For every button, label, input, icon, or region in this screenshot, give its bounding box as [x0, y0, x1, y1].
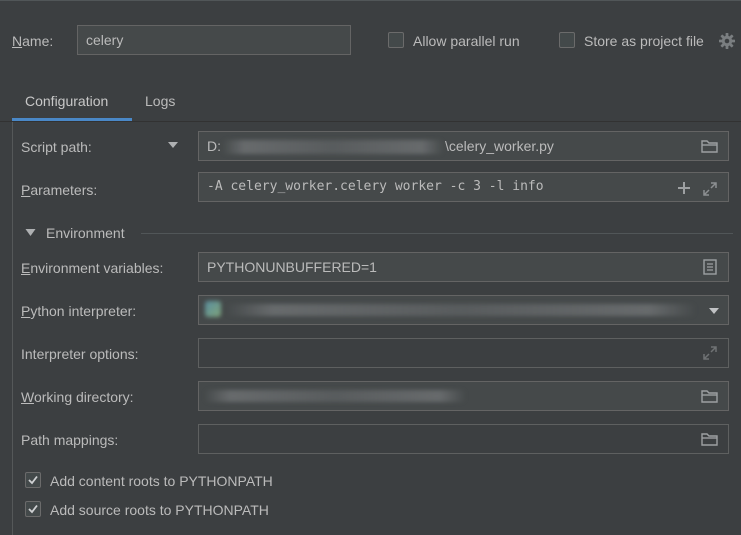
content-roots-checkbox[interactable]	[25, 472, 41, 488]
content-roots-label: Add content roots to PYTHONPATH	[50, 473, 273, 489]
allow-parallel-label: Allow parallel run	[413, 33, 520, 49]
top-divider	[0, 0, 741, 1]
allow-parallel-checkbox[interactable]	[388, 32, 404, 48]
expand-icon[interactable]	[702, 181, 718, 197]
plus-icon[interactable]	[677, 181, 691, 195]
interpreter-label: Python interpreter:	[21, 303, 137, 319]
source-roots-label: Add source roots to PYTHONPATH	[50, 502, 269, 518]
working-dir-label: Working directory:	[21, 389, 134, 405]
parameters-label: Parameters:	[21, 182, 98, 198]
parameters-input[interactable]: -A celery_worker.celery worker -c 3 -l i…	[198, 172, 729, 202]
env-vars-label: Environment variables:	[21, 260, 164, 276]
interpreter-value-redacted	[226, 304, 696, 316]
path-mappings-label: Path mappings:	[21, 432, 119, 448]
name-input[interactable]: celery	[77, 25, 351, 55]
environment-section-title[interactable]: Environment	[46, 224, 125, 242]
path-mappings-input[interactable]	[198, 424, 729, 454]
script-path-suffix: \celery_worker.py	[445, 138, 554, 154]
tab-logs[interactable]: Logs	[145, 92, 175, 110]
gear-icon[interactable]	[718, 32, 736, 50]
script-path-prefix: D:	[207, 138, 221, 154]
folder-icon[interactable]	[701, 139, 719, 153]
working-dir-redacted	[204, 390, 466, 402]
environment-divider	[141, 233, 733, 234]
dropdown-arrow-icon[interactable]	[708, 306, 720, 316]
script-type-dropdown-arrow-icon[interactable]	[167, 140, 179, 150]
interpreter-options-label: Interpreter options:	[21, 346, 139, 362]
env-vars-input[interactable]: PYTHONUNBUFFERED=1	[198, 252, 729, 282]
document-icon[interactable]	[703, 259, 717, 275]
interpreter-options-input[interactable]	[198, 338, 729, 368]
checkmark-icon	[28, 504, 38, 514]
chevron-down-icon[interactable]	[25, 228, 36, 237]
folder-icon[interactable]	[701, 389, 719, 403]
name-label: Name:	[12, 33, 54, 49]
script-path-redacted	[222, 140, 444, 154]
script-path-label: Script path:	[21, 139, 92, 155]
folder-icon[interactable]	[701, 432, 719, 446]
store-project-checkbox[interactable]	[559, 32, 575, 48]
expand-icon[interactable]	[702, 345, 718, 361]
store-project-label: Store as project file	[584, 33, 704, 49]
interpreter-icon-redacted	[205, 301, 221, 317]
source-roots-checkbox[interactable]	[25, 501, 41, 517]
checkmark-icon	[28, 475, 38, 485]
tab-configuration[interactable]: Configuration	[25, 92, 108, 110]
